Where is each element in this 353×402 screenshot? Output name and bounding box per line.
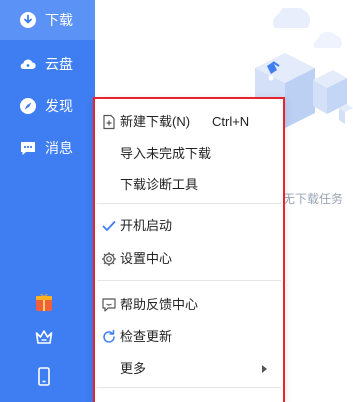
sidebar-item-label: 消息 <box>45 140 73 156</box>
menu-item-label: 帮助反馈中心 <box>120 297 199 312</box>
empty-state-text: 无下载任务 <box>283 192 344 206</box>
menu-item-check-update[interactable]: 检查更新 <box>95 323 283 351</box>
sidebar: 下载 云盘 发现 消息 <box>0 0 95 402</box>
sidebar-item-download[interactable]: 下载 <box>0 0 95 40</box>
sidebar-item-messages[interactable]: 消息 <box>0 128 95 168</box>
menu-item-help-feedback[interactable]: 帮助反馈中心 <box>95 291 283 319</box>
new-download-icon <box>103 114 115 130</box>
menu-item-label: 下载诊断工具 <box>120 177 199 192</box>
menu-item-auto-start[interactable]: 开机启动 <box>95 212 283 240</box>
menu-separator <box>97 280 281 281</box>
cloud-icon <box>20 59 36 70</box>
menu-item-label: 开机启动 <box>120 218 173 233</box>
menu-item-label: 导入未完成下载 <box>120 146 212 161</box>
shortcut-label: Ctrl+N <box>212 114 250 129</box>
menu-item-settings[interactable]: 设置中心 <box>95 245 283 273</box>
context-menu: 新建下载(N) Ctrl+N 导入未完成下载 下载诊断工具 开机启动 设置中心 … <box>93 97 285 402</box>
menu-item-import-incomplete[interactable]: 导入未完成下载 <box>95 140 283 168</box>
sidebar-item-cloud[interactable]: 云盘 <box>0 44 95 84</box>
discover-compass-icon <box>20 98 36 114</box>
menu-separator <box>97 387 281 388</box>
download-icon <box>20 12 36 28</box>
crown-icon[interactable] <box>34 327 54 347</box>
sidebar-item-discover[interactable]: 发现 <box>0 86 95 126</box>
gear-icon <box>102 252 116 266</box>
menu-item-label: 检查更新 <box>120 329 173 344</box>
help-feedback-icon <box>102 298 116 312</box>
menu-item-new-download[interactable]: 新建下载(N) Ctrl+N <box>95 108 283 136</box>
mobile-icon[interactable] <box>34 366 54 386</box>
gift-icon[interactable] <box>34 292 54 312</box>
menu-item-more[interactable]: 更多 <box>95 355 283 383</box>
menu-separator <box>97 203 281 204</box>
menu-item-diagnostics[interactable]: 下载诊断工具 <box>95 171 283 199</box>
refresh-icon <box>103 329 115 343</box>
menu-item-label: 新建下载(N) <box>120 114 191 129</box>
menu-item-label: 更多 <box>120 361 147 376</box>
sidebar-item-label: 云盘 <box>45 56 73 72</box>
sidebar-item-label: 下载 <box>45 12 73 28</box>
message-icon <box>21 142 35 155</box>
checkmark-icon <box>102 221 116 231</box>
menu-item-label: 设置中心 <box>120 251 173 266</box>
submenu-arrow-icon <box>262 365 267 373</box>
sidebar-item-label: 发现 <box>45 98 73 114</box>
